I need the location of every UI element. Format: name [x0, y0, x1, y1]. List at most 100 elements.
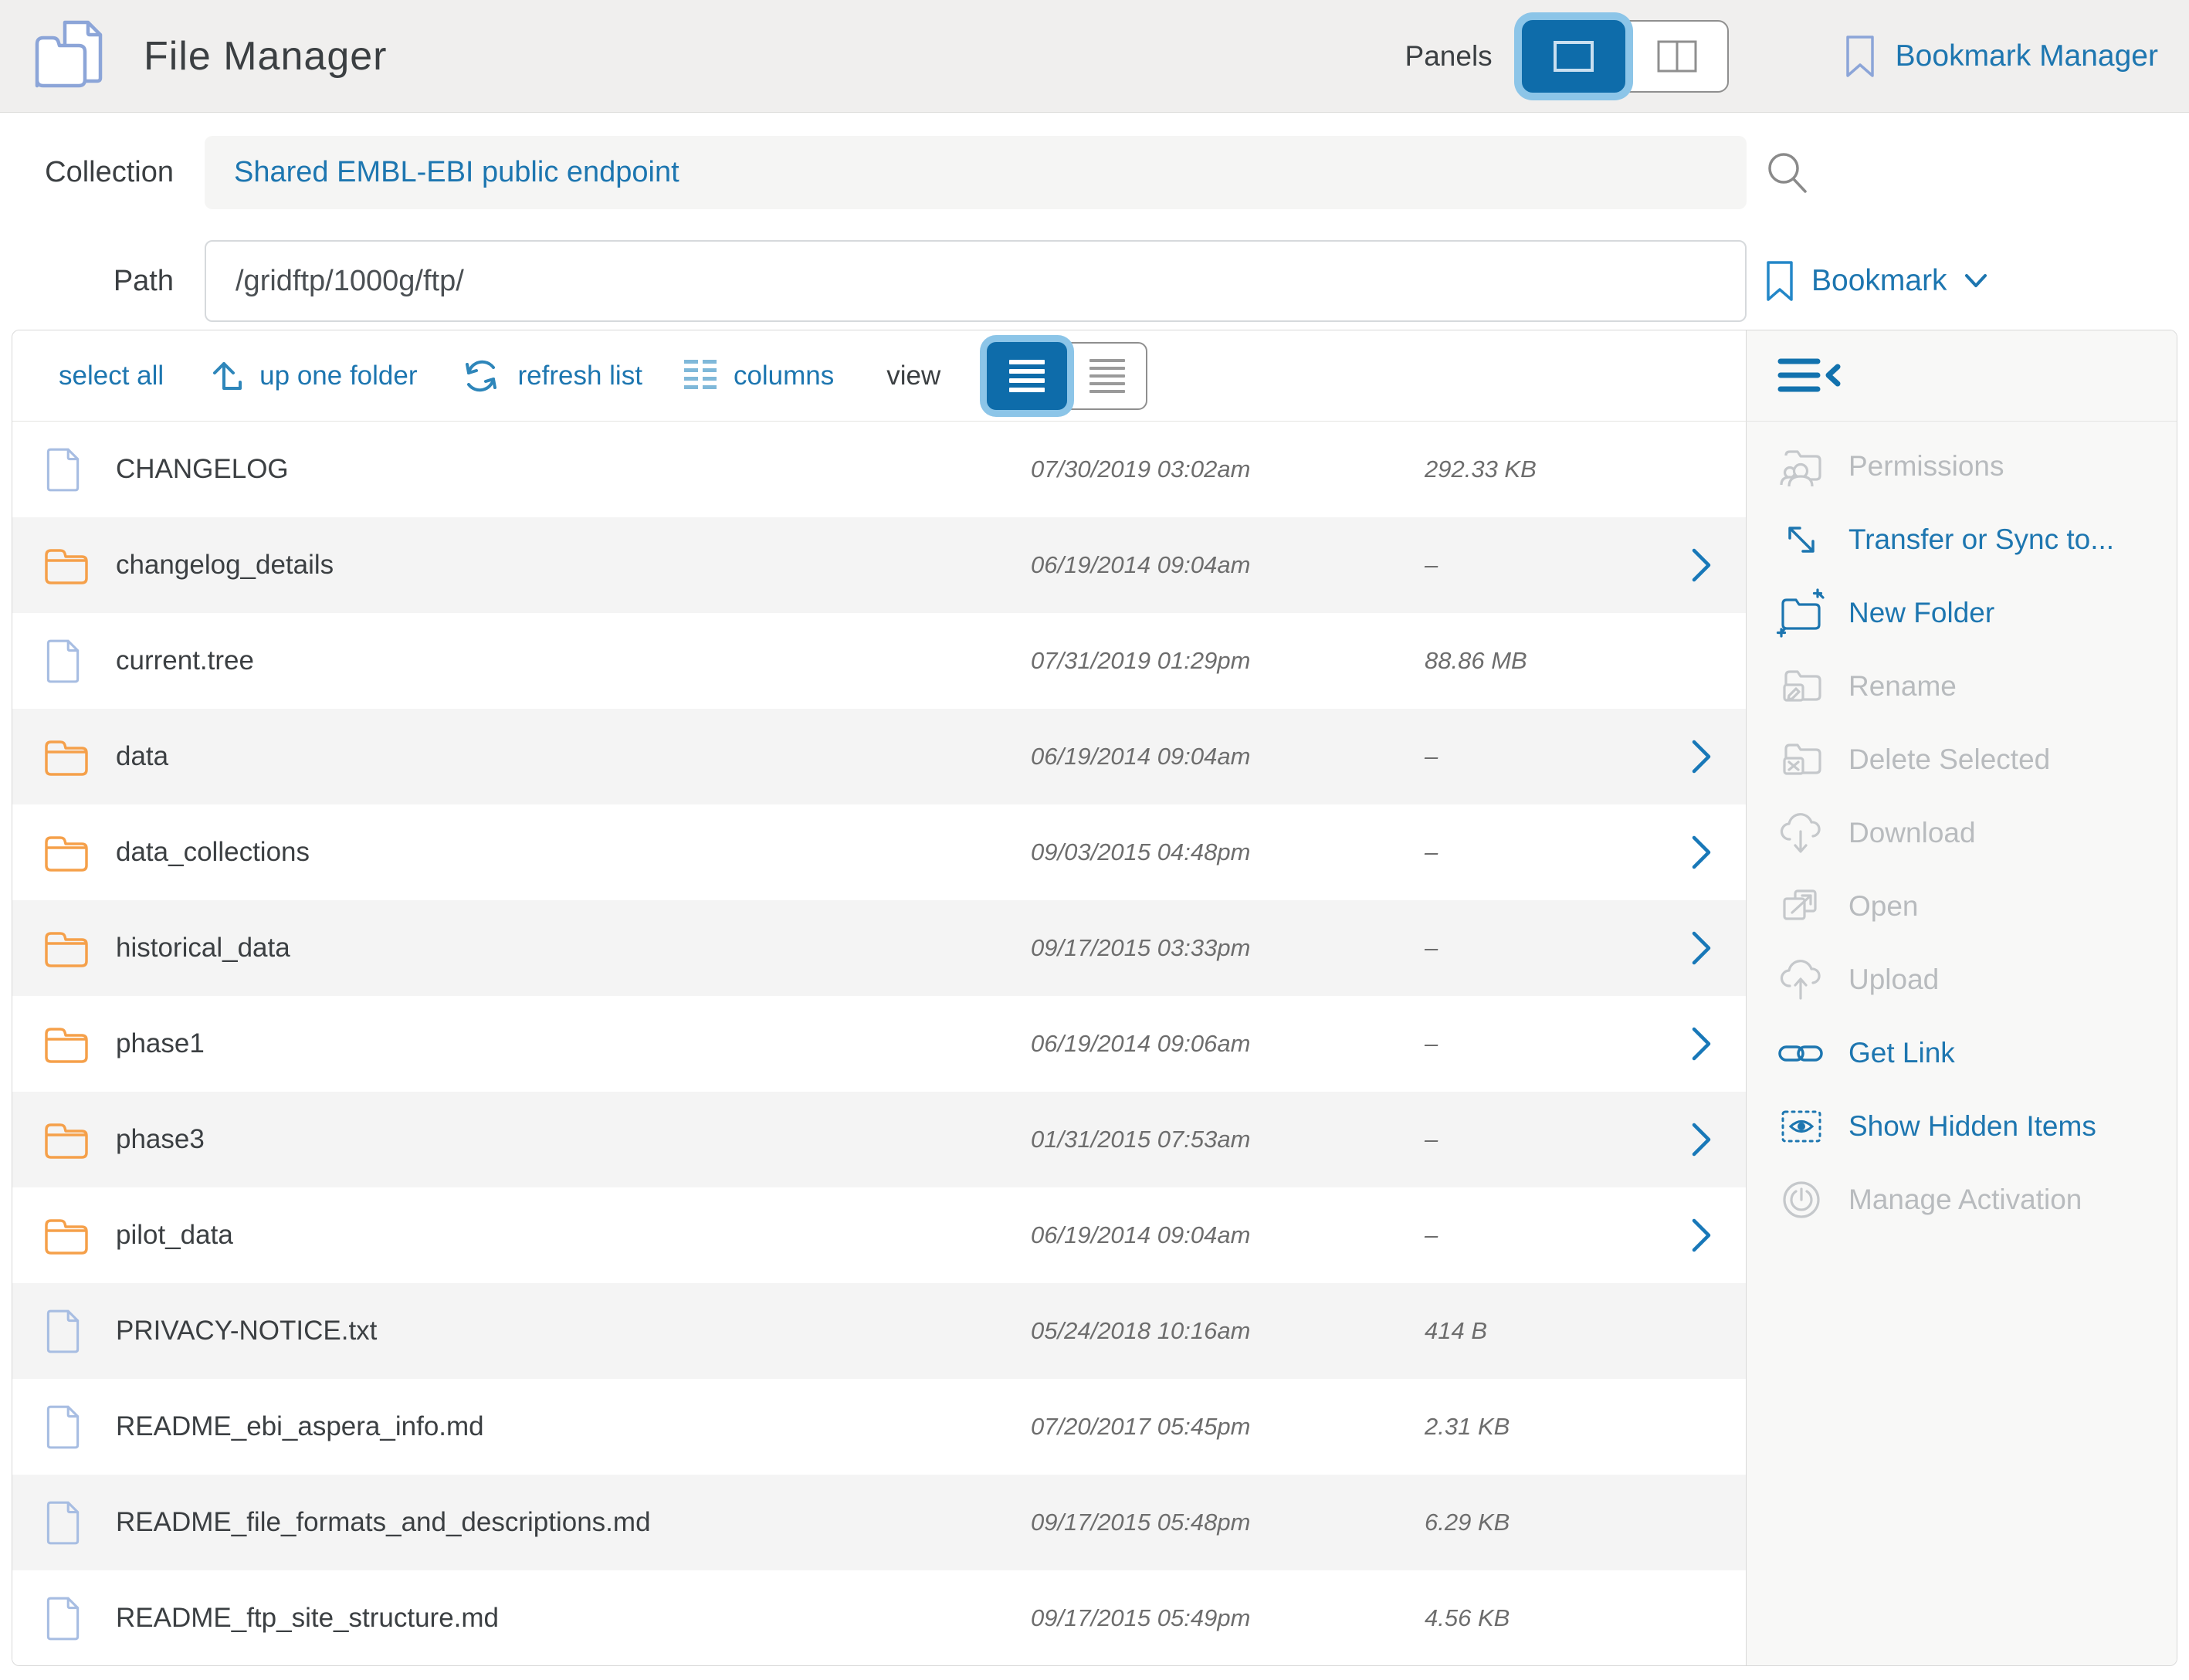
open-folder-cell — [1691, 1026, 1746, 1062]
sidebar-item-rename[interactable]: Rename — [1747, 649, 2177, 723]
sidebar-item-manage-activation[interactable]: Manage Activation — [1747, 1163, 2177, 1236]
sidebar-item-label: Permissions — [1848, 450, 2004, 483]
chevron-right-icon[interactable] — [1691, 835, 1713, 870]
search-button[interactable] — [1765, 150, 1810, 196]
chevron-right-icon[interactable] — [1691, 930, 1713, 966]
refresh-list-button[interactable]: refresh list — [459, 354, 642, 398]
file-modified-date: 06/19/2014 09:04am — [1031, 551, 1425, 579]
file-size: 2.31 KB — [1425, 1413, 1691, 1441]
file-name: CHANGELOG — [116, 454, 1031, 485]
chevron-right-icon[interactable] — [1691, 1218, 1713, 1253]
dual-panel-icon — [1656, 39, 1698, 73]
folder-icon — [43, 736, 90, 777]
file-browser-panel: select all up one folder refresh li — [12, 330, 2177, 1666]
file-modified-date: 06/19/2014 09:04am — [1031, 743, 1425, 771]
file-icon — [43, 1307, 82, 1355]
collection-input[interactable] — [205, 136, 1747, 209]
sidebar-item-permissions[interactable]: Permissions — [1747, 429, 2177, 503]
file-name: data_collections — [116, 837, 1031, 868]
file-name: phase1 — [116, 1028, 1031, 1059]
file-name: current.tree — [116, 645, 1031, 676]
bookmark-dropdown-label: Bookmark — [1811, 264, 1947, 298]
columns-button[interactable]: columns — [684, 358, 834, 394]
table-row[interactable]: pilot_data 06/19/2014 09:04am – — [12, 1187, 1746, 1283]
power-icon — [1776, 1175, 1827, 1224]
file-size: 292.33 KB — [1425, 456, 1691, 483]
table-row[interactable]: changelog_details 06/19/2014 09:04am – — [12, 517, 1746, 613]
chevron-right-icon[interactable] — [1691, 1026, 1713, 1062]
list-toolbar: select all up one folder refresh li — [12, 330, 2177, 422]
folder-icon — [43, 832, 90, 873]
sidebar-item-download[interactable]: Download — [1747, 796, 2177, 869]
table-row[interactable]: phase1 06/19/2014 09:06am – — [12, 996, 1746, 1092]
sidebar-item-label: Download — [1848, 817, 1976, 849]
select-all-label: select all — [59, 361, 164, 391]
table-row[interactable]: data 06/19/2014 09:04am – — [12, 709, 1746, 804]
chevron-right-icon[interactable] — [1691, 739, 1713, 774]
single-panel-button[interactable] — [1522, 20, 1625, 93]
toolbar-actions: select all up one folder refresh li — [12, 330, 1746, 421]
table-row[interactable]: current.tree 07/31/2019 01:29pm 88.86 MB — [12, 613, 1746, 709]
sidebar-item-upload[interactable]: Upload — [1747, 943, 2177, 1016]
sidebar-item-open[interactable]: Open — [1747, 869, 2177, 943]
condensed-view-button[interactable] — [1067, 342, 1147, 410]
sidebar-item-new-folder[interactable]: New Folder — [1747, 576, 2177, 649]
sidebar-item-label: Open — [1848, 890, 1919, 923]
file-size: – — [1425, 1030, 1691, 1058]
file-icon — [43, 445, 82, 493]
open-folder-cell — [1691, 1505, 1746, 1540]
file-name: PRIVACY-NOTICE.txt — [116, 1316, 1031, 1346]
sidebar-item-show-hidden[interactable]: Show Hidden Items — [1747, 1089, 2177, 1163]
sidebar-item-label: Show Hidden Items — [1848, 1110, 2096, 1143]
folder-icon — [43, 1214, 90, 1256]
file-name: README_file_formats_and_descriptions.md — [116, 1507, 1031, 1538]
up-one-folder-button[interactable]: up one folder — [205, 357, 417, 395]
file-icon — [43, 1594, 82, 1642]
file-size: – — [1425, 551, 1691, 579]
file-modified-date: 07/31/2019 01:29pm — [1031, 647, 1425, 675]
file-manager-screen: File Manager Panels — [0, 0, 2189, 1680]
chevron-right-icon[interactable] — [1691, 547, 1713, 583]
file-size: 4.56 KB — [1425, 1604, 1691, 1632]
table-row[interactable]: README_file_formats_and_descriptions.md … — [12, 1475, 1746, 1570]
path-input[interactable] — [205, 240, 1747, 322]
dual-panel-button[interactable] — [1625, 20, 1729, 93]
refresh-icon — [459, 354, 503, 398]
file-type-cell — [43, 1499, 116, 1546]
file-type-cell — [43, 927, 116, 969]
file-name: historical_data — [116, 933, 1031, 964]
sidebar-item-get-link[interactable]: Get Link — [1747, 1016, 2177, 1089]
file-icon — [43, 1499, 82, 1546]
file-size: – — [1425, 1126, 1691, 1153]
file-modified-date: 01/31/2015 07:53am — [1031, 1126, 1425, 1153]
bookmark-dropdown[interactable]: Bookmark — [1765, 260, 1987, 302]
chevron-right-icon[interactable] — [1691, 1122, 1713, 1157]
page-title: File Manager — [144, 33, 387, 80]
sidebar-item-label: Transfer or Sync to... — [1848, 523, 2114, 556]
open-icon — [1776, 882, 1827, 931]
table-row[interactable]: README_ebi_aspera_info.md 07/20/2017 05:… — [12, 1379, 1746, 1475]
panels-toggle — [1522, 20, 1729, 93]
table-row[interactable]: phase3 01/31/2015 07:53am – — [12, 1092, 1746, 1187]
upload-icon — [1776, 955, 1827, 1004]
file-modified-date: 07/30/2019 03:02am — [1031, 456, 1425, 483]
sidebar-item-delete[interactable]: Delete Selected — [1747, 723, 2177, 796]
file-manager-icon — [31, 18, 111, 95]
file-name: pilot_data — [116, 1220, 1031, 1251]
file-type-cell — [43, 832, 116, 873]
table-row[interactable]: data_collections 09/03/2015 04:48pm – — [12, 804, 1746, 900]
select-all-button[interactable]: select all — [59, 361, 164, 391]
collapse-sidebar-button[interactable] — [1746, 330, 2177, 421]
table-row[interactable]: CHANGELOG 07/30/2019 03:02am 292.33 KB — [12, 422, 1746, 517]
table-row[interactable]: README_ftp_site_structure.md 09/17/2015 … — [12, 1570, 1746, 1666]
open-folder-cell — [1691, 547, 1746, 583]
table-row[interactable]: historical_data 09/17/2015 03:33pm – — [12, 900, 1746, 996]
file-type-cell — [43, 1594, 116, 1642]
file-size: – — [1425, 743, 1691, 771]
file-list: CHANGELOG 07/30/2019 03:02am 292.33 KB — [12, 422, 1746, 1665]
list-view-button[interactable] — [987, 342, 1067, 410]
table-row[interactable]: PRIVACY-NOTICE.txt 05/24/2018 10:16am 41… — [12, 1283, 1746, 1379]
bookmark-manager-link[interactable]: Bookmark Manager — [1845, 35, 2158, 78]
list-and-sidebar: CHANGELOG 07/30/2019 03:02am 292.33 KB — [12, 422, 2177, 1665]
sidebar-item-transfer[interactable]: Transfer or Sync to... — [1747, 503, 2177, 576]
